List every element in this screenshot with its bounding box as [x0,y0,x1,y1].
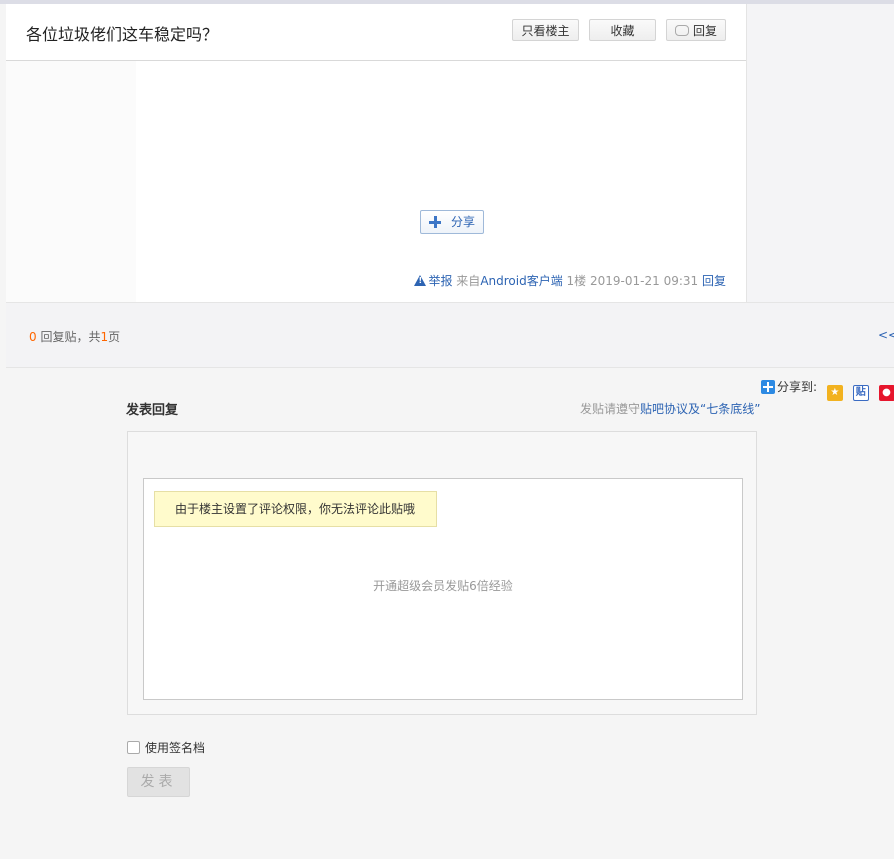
rules-prefix: 发贴请遵守 [580,402,641,416]
weibo-icon[interactable]: ● [878,385,894,401]
share-to-bar: 分享到: ★ 贴 ● [761,378,894,401]
editor-container: 由于楼主设置了评论权限，你无法评论此贴哦 开通超级会员发贴6倍经验 [127,431,757,715]
post-tail: 举报 来自Android客户端 1楼 2019-01-21 09:31 回复 [414,272,726,289]
speech-bubble-icon [674,25,689,36]
share-button-label: 分享 [451,215,476,229]
signature-label: 使用签名档 [145,741,206,755]
report-link[interactable]: 举报 [414,274,452,288]
post-source-link[interactable]: Android客户端 [480,274,562,288]
author-column [6,61,136,302]
post-time: 2019-01-21 09:31 [590,274,699,288]
reply-editor[interactable]: 由于楼主设置了评论权限，你无法评论此贴哦 开通超级会员发贴6倍经验 [143,478,743,700]
share-plus-icon[interactable] [761,380,775,394]
reply-count-suffix: 回复贴，共 [40,330,101,344]
vip-promo-text[interactable]: 开通超级会员发贴6倍经验 [144,577,742,594]
page-count-number: 1 [100,330,109,344]
signature-row: 使用签名档 [127,739,205,756]
rules-link[interactable]: 贴吧协议及“七条底线” [640,402,760,416]
thread-card: 各位垃圾佬们这车稳定吗？ 只看楼主 收藏 回复 分享 举报 来自Android客… [6,4,747,302]
pager-bar: 0 回复贴，共1页 << [6,302,894,368]
signature-checkbox[interactable] [127,741,140,754]
reply-count-number: 0 [29,330,37,344]
permission-tip: 由于楼主设置了评论权限，你无法评论此贴哦 [154,491,437,527]
page-count-suffix: 页 [108,330,121,344]
share-to-label: 分享到: [777,380,818,394]
post-floor: 1楼 [566,274,587,288]
only-op-button[interactable]: 只看楼主 [512,19,579,41]
report-label: 举报 [428,274,453,288]
posting-rules-note: 发贴请遵守贴吧协议及“七条底线” [580,400,760,417]
reply-count: 0 回复贴，共1页 [29,328,120,345]
post-source-prefix: 来自 [456,274,481,288]
tieba-icon[interactable]: 贴 [852,385,869,401]
qzone-icon[interactable]: ★ [826,385,843,401]
thread-title: 各位垃圾佬们这车稳定吗？ [26,25,219,44]
share-button[interactable]: 分享 [420,210,484,234]
warning-icon [414,275,427,286]
reply-button-label: 回复 [692,24,717,38]
reply-button[interactable]: 回复 [666,19,726,41]
submit-button[interactable]: 发表 [127,767,190,797]
compose-title: 发表回复 [126,403,179,418]
favorite-button[interactable]: 收藏 [589,19,656,41]
right-sidebar [747,4,894,302]
post-reply-link[interactable]: 回复 [702,274,726,288]
plus-icon [429,216,441,228]
prev-page-link[interactable]: << [878,328,894,342]
